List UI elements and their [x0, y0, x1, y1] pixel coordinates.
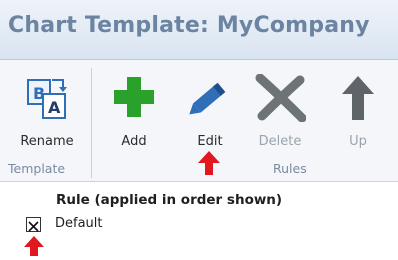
- rename-label: Rename: [20, 134, 74, 149]
- add-button[interactable]: Add: [104, 62, 164, 158]
- pencil-icon: [187, 74, 233, 124]
- window-title: Chart Template: MyCompany: [8, 13, 370, 38]
- annotation-arrow-checkbox: [24, 236, 44, 260]
- rename-button[interactable]: B A Rename: [6, 62, 88, 158]
- template-group-label: Template: [8, 161, 66, 176]
- plus-icon: [111, 74, 157, 124]
- annotation-arrow-edit: [198, 151, 220, 179]
- delete-button[interactable]: Delete: [250, 62, 310, 158]
- edit-label: Edit: [197, 134, 223, 149]
- rule-checkbox-default[interactable]: [26, 217, 41, 232]
- x-icon: [254, 73, 307, 126]
- up-label: Up: [349, 134, 367, 149]
- arrow-up-icon: [340, 74, 376, 126]
- up-button[interactable]: Up: [334, 62, 382, 158]
- group-divider: [91, 68, 92, 178]
- rules-group-label: Rules: [273, 161, 307, 176]
- rename-icon: B A: [25, 74, 69, 126]
- rule-item-default[interactable]: Default: [55, 216, 103, 231]
- add-label: Add: [121, 134, 147, 149]
- edit-button[interactable]: Edit: [180, 62, 240, 158]
- checkmark-x-icon: [28, 221, 39, 232]
- svg-text:A: A: [48, 98, 61, 117]
- delete-label: Delete: [258, 134, 302, 149]
- rules-header: Rule (applied in order shown): [56, 192, 283, 208]
